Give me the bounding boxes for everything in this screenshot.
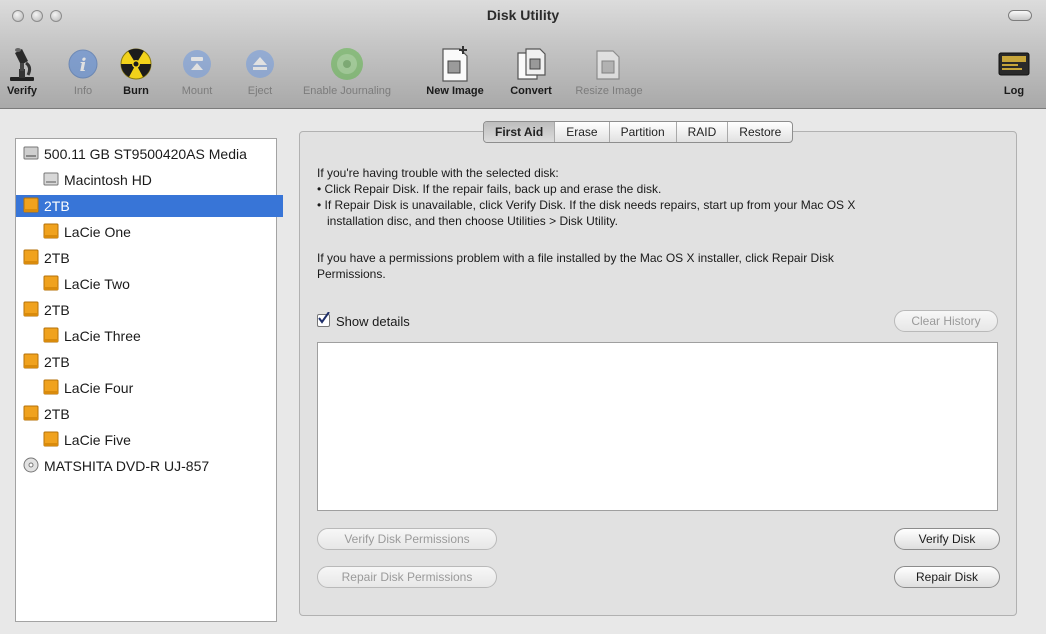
repair-disk-button[interactable]: Repair Disk [894, 566, 1000, 588]
enable-journaling-button[interactable]: Enable Journaling [293, 44, 401, 97]
verify-button[interactable]: Verify [2, 44, 42, 97]
enable-journaling-label: Enable Journaling [302, 85, 392, 97]
external-disk-icon [23, 405, 39, 424]
optical-drive-icon [23, 457, 39, 476]
sidebar-item-label: 2TB [44, 250, 70, 266]
first-aid-bullet-verify-cont: installation disc, and then choose Utili… [327, 214, 618, 228]
log-button[interactable]: Log [994, 44, 1034, 97]
sidebar-volume-item[interactable]: LaCie Five [16, 429, 303, 451]
microscope-icon [2, 44, 42, 84]
sidebar-disk-item[interactable]: 2TB [16, 247, 283, 269]
sidebar-disk-item[interactable]: 2TB [16, 403, 283, 425]
sidebar-item-label: 500.11 GB ST9500420AS Media [44, 146, 247, 162]
first-aid-bullet-repair: • Click Repair Disk. If the repair fails… [317, 182, 662, 196]
convert-button[interactable]: Convert [501, 44, 561, 97]
external-disk-icon [23, 353, 39, 372]
sidebar-item-label: LaCie Two [64, 276, 130, 292]
first-aid-log[interactable] [317, 342, 998, 511]
sidebar-item-label: LaCie Four [64, 380, 134, 396]
mount-label: Mount [181, 85, 213, 97]
sidebar-item-label: 2TB [44, 302, 70, 318]
convert-icon [501, 44, 561, 84]
log-console-icon [994, 44, 1034, 84]
sidebar-disk-item[interactable]: MATSHITA DVD-R UJ-857 [16, 455, 283, 477]
new-image-button[interactable]: New Image [419, 44, 491, 97]
sidebar-disk-item[interactable]: 2TB [16, 299, 283, 321]
sidebar-volume-item[interactable]: LaCie Three [16, 325, 303, 347]
sidebar-volume-item[interactable]: Macintosh HD [16, 169, 303, 191]
repair-disk-permissions-button[interactable]: Repair Disk Permissions [317, 566, 497, 588]
sidebar-item-label: LaCie Five [64, 432, 131, 448]
window-title: Disk Utility [486, 7, 560, 23]
hard-disk-icon [23, 145, 39, 164]
external-volume-icon [43, 223, 59, 242]
info-button[interactable]: i Info [63, 44, 103, 97]
verify-disk-button[interactable]: Verify Disk [894, 528, 1000, 550]
journaling-icon [293, 44, 401, 84]
radiation-icon [116, 44, 156, 84]
info-icon: i [63, 44, 103, 84]
tab-bar: First Aid Erase Partition RAID Restore [483, 121, 794, 143]
first-aid-bullet-verify: • If Repair Disk is unavailable, click V… [317, 198, 856, 212]
resize-image-icon [567, 44, 651, 84]
sidebar-volume-item[interactable]: LaCie Two [16, 273, 303, 295]
sidebar-disk-item[interactable]: 2TB [16, 351, 283, 373]
sidebar-volume-item[interactable]: LaCie Four [16, 377, 303, 399]
sidebar-item-label: 2TB [44, 406, 70, 422]
new-image-icon [419, 44, 491, 84]
window-toolbar: Disk Utility Verify i Info Burn Mount Ej… [0, 0, 1046, 109]
sidebar-item-label: MATSHITA DVD-R UJ-857 [44, 458, 210, 474]
tab-raid[interactable]: RAID [677, 122, 729, 142]
permissions-help-text: If you have a permissions problem with a… [317, 251, 834, 265]
tab-partition[interactable]: Partition [610, 122, 677, 142]
show-details-checkbox[interactable] [317, 312, 330, 327]
external-volume-icon [43, 431, 59, 450]
eject-button[interactable]: Eject [240, 44, 280, 97]
external-volume-icon [43, 379, 59, 398]
sidebar-item-label: LaCie Three [64, 328, 141, 344]
external-disk-icon [23, 197, 39, 216]
checkmark-icon [318, 312, 330, 324]
toolbar-toggle-button[interactable] [1008, 10, 1032, 21]
sidebar-disk-item[interactable]: 2TB [16, 195, 283, 217]
eject-label: Eject [247, 85, 273, 97]
svg-text:i: i [80, 55, 87, 76]
external-disk-icon [23, 301, 39, 320]
verify-label: Verify [7, 85, 37, 97]
sidebar-item-label: Macintosh HD [64, 172, 152, 188]
log-label: Log [1003, 85, 1025, 97]
volume-icon [43, 171, 59, 190]
tab-restore[interactable]: Restore [728, 122, 792, 142]
eject-icon [240, 44, 280, 84]
sidebar-volume-item[interactable]: LaCie One [16, 221, 303, 243]
external-volume-icon [43, 275, 59, 294]
sidebar-item-label: 2TB [44, 354, 70, 370]
burn-label: Burn [123, 85, 149, 97]
verify-disk-permissions-button[interactable]: Verify Disk Permissions [317, 528, 497, 550]
convert-label: Convert [510, 85, 552, 97]
permissions-help-text-cont: Permissions. [317, 267, 386, 281]
disk-list[interactable]: 500.11 GB ST9500420AS Media Macintosh HD 2… [15, 138, 283, 622]
resize-image-button[interactable]: Resize Image [567, 44, 651, 97]
info-label: Info [73, 85, 93, 97]
show-details-label: Show details [336, 314, 410, 329]
mount-icon [177, 44, 217, 84]
external-disk-icon [23, 249, 39, 268]
tab-first-aid[interactable]: First Aid [484, 122, 556, 142]
external-volume-icon [43, 327, 59, 346]
clear-history-button[interactable]: Clear History [894, 310, 998, 332]
first-aid-intro: If you're having trouble with the select… [317, 166, 559, 180]
tab-erase[interactable]: Erase [555, 122, 610, 142]
sidebar-disk-item[interactable]: 500.11 GB ST9500420AS Media [16, 143, 283, 165]
sidebar-item-label: LaCie One [64, 224, 131, 240]
new-image-label: New Image [426, 85, 484, 97]
mount-button[interactable]: Mount [177, 44, 217, 97]
burn-button[interactable]: Burn [116, 44, 156, 97]
sidebar-item-label: 2TB [44, 198, 70, 214]
resize-image-label: Resize Image [575, 85, 643, 97]
